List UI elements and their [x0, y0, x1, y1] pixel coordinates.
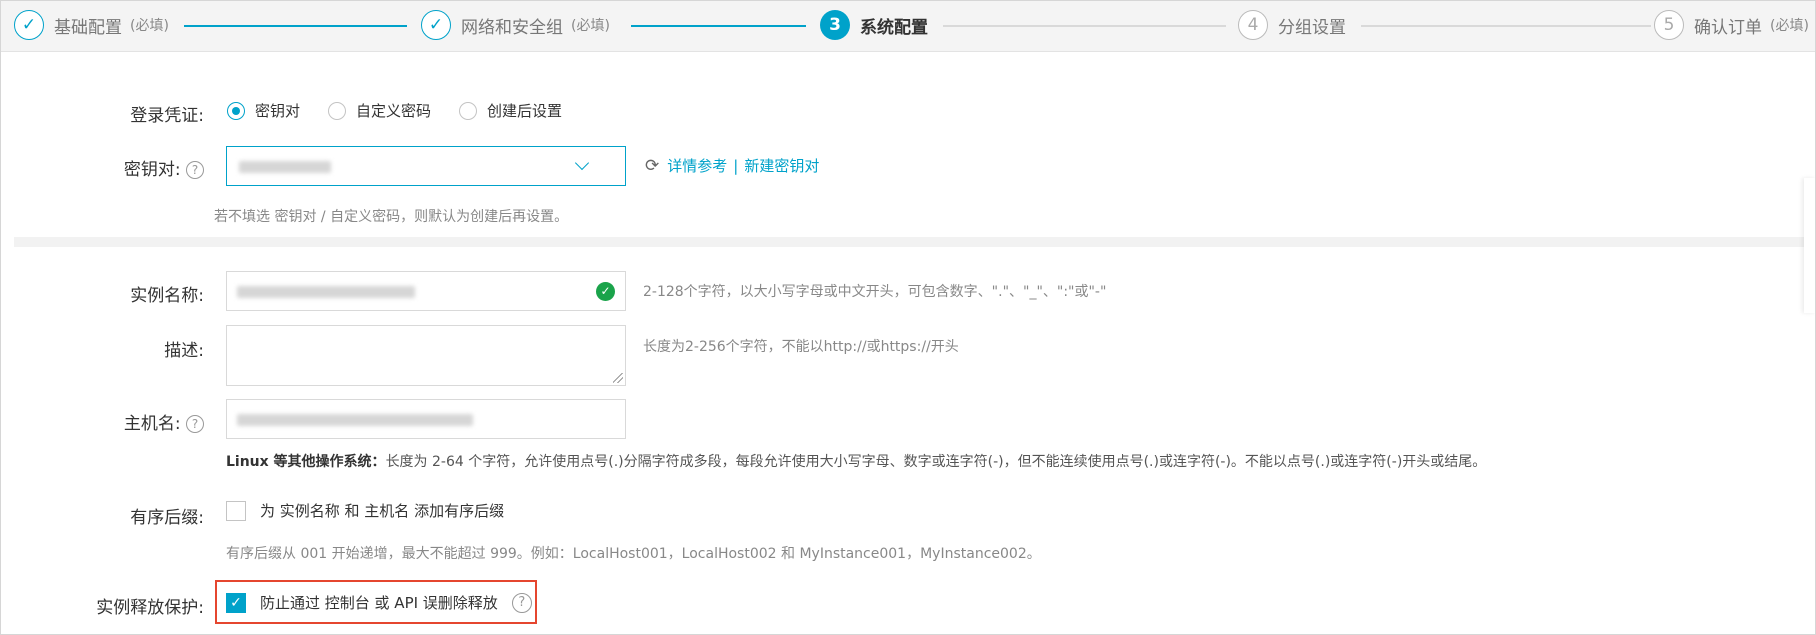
selected-keypair-value	[239, 161, 331, 173]
hostname-label-text: 主机名:	[123, 414, 181, 434]
ordered-suffix-label: 有序后缀:	[130, 508, 204, 528]
hostname-rule-text: 长度为 2-64 个字符，允许使用点号(.)分隔字符成多段，每段允许使用大小写字…	[385, 454, 1487, 470]
radio-button[interactable]	[328, 101, 347, 120]
hostname-rule-note: Linux 等其他操作系统：长度为 2-64 个字符，允许使用点号(.)分隔字符…	[226, 451, 1486, 471]
release-protection-checkbox[interactable]: ✓	[226, 592, 246, 613]
step-connector	[1361, 25, 1651, 27]
help-icon[interactable]: ?	[186, 161, 204, 179]
step-system-config[interactable]: 3 系统配置	[820, 8, 928, 42]
step-network-security[interactable]: ✓ 网络和安全组 (必填)	[421, 8, 610, 42]
valid-check-icon: ✓	[596, 282, 615, 301]
floating-side-panel	[1804, 178, 1816, 313]
step-confirm-order[interactable]: 5 确认订单 (必填)	[1654, 8, 1809, 42]
chevron-down-icon	[574, 155, 590, 171]
keypair-label-text: 密钥对:	[123, 160, 181, 180]
step-required-note: (必填)	[130, 18, 169, 34]
radio-keypair[interactable]: 密钥对	[227, 100, 300, 121]
step-title: 系统配置	[860, 17, 928, 38]
radio-label: 密钥对	[255, 102, 301, 120]
step-title: 基础配置	[54, 17, 122, 38]
instance-name-input[interactable]: ✓	[226, 271, 626, 311]
step-required-note: (必填)	[571, 18, 610, 34]
instance-name-hint: 2-128个字符，以大小写字母或中文开头，可包含数字、"."、"_"、":"或"…	[643, 284, 1107, 300]
help-icon[interactable]: ?	[186, 415, 204, 433]
release-protection-label: 实例释放保护:	[96, 598, 204, 618]
new-keypair-link[interactable]: 新建密钥对	[744, 155, 819, 176]
ordered-suffix-checkbox[interactable]	[226, 500, 246, 521]
login-credential-radio-group: 密钥对 自定义密码 创建后设置	[227, 100, 590, 121]
step-required-note: (必填)	[1770, 18, 1809, 34]
release-protection-checkbox-label: 防止通过 控制台 或 API 误删除释放	[260, 594, 498, 612]
radio-button[interactable]	[227, 101, 245, 120]
step-title: 分组设置	[1278, 17, 1346, 38]
instance-name-value	[237, 286, 415, 298]
help-icon[interactable]: ?	[511, 592, 532, 613]
ordered-suffix-checkbox-label: 为 实例名称 和 主机名 添加有序后缀	[260, 502, 505, 520]
link-separator: |	[733, 156, 739, 175]
radio-set-after-create[interactable]: 创建后设置	[459, 100, 562, 121]
description-label: 描述:	[164, 341, 204, 361]
window-frame	[0, 0, 1816, 635]
check-icon: ✓	[421, 10, 451, 40]
wizard-stepper: ✓ 基础配置 (必填) ✓ 网络和安全组 (必填) 3 系统配置 4 分组设置 …	[0, 0, 1816, 52]
release-protection-option[interactable]: ✓ 防止通过 控制台 或 API 误删除释放 ?	[226, 592, 532, 613]
step-title: 网络和安全组	[461, 17, 563, 38]
step-group-settings[interactable]: 4 分组设置	[1238, 8, 1346, 42]
refresh-icon[interactable]: ⟳	[645, 156, 659, 176]
step-basic-config[interactable]: ✓ 基础配置 (必填)	[14, 8, 169, 42]
step-number: 4	[1238, 10, 1268, 40]
hostname-value	[237, 414, 473, 426]
step-number: 3	[820, 10, 850, 40]
description-textarea[interactable]	[226, 325, 626, 386]
details-link[interactable]: 详情参考	[667, 155, 727, 176]
hostname-input[interactable]	[226, 399, 626, 439]
hostname-rule-os: Linux 等其他操作系统：	[226, 454, 386, 470]
radio-custom-password[interactable]: 自定义密码	[328, 100, 431, 121]
description-hint: 长度为2-256个字符，不能以http://或https://开头	[643, 339, 959, 355]
keypair-links: ⟳ 详情参考 | 新建密钥对	[645, 155, 819, 176]
step-number: 5	[1654, 10, 1684, 40]
step-connector	[631, 25, 806, 27]
radio-button[interactable]	[459, 101, 478, 120]
keypair-label: 密钥对: ?	[100, 155, 204, 180]
section-divider	[14, 237, 1804, 247]
step-connector	[943, 25, 1226, 27]
ordered-suffix-option[interactable]: 为 实例名称 和 主机名 添加有序后缀	[226, 500, 504, 521]
login-credential-label: 登录凭证:	[130, 106, 204, 126]
step-connector	[184, 25, 407, 27]
radio-label: 自定义密码	[356, 102, 432, 120]
instance-name-label: 实例名称:	[130, 286, 204, 306]
check-icon: ✓	[14, 10, 44, 40]
keypair-select[interactable]	[226, 146, 626, 186]
radio-label: 创建后设置	[487, 102, 563, 120]
resize-handle-icon[interactable]	[613, 373, 623, 383]
hostname-label: 主机名: ?	[100, 409, 204, 434]
step-title: 确认订单	[1694, 17, 1762, 38]
keypair-hint: 若不填选 密钥对 / 自定义密码，则默认为创建后再设置。	[214, 209, 569, 225]
ordered-suffix-hint: 有序后缀从 001 开始递增，最大不能超过 999。例如：LocalHost00…	[226, 546, 1041, 562]
